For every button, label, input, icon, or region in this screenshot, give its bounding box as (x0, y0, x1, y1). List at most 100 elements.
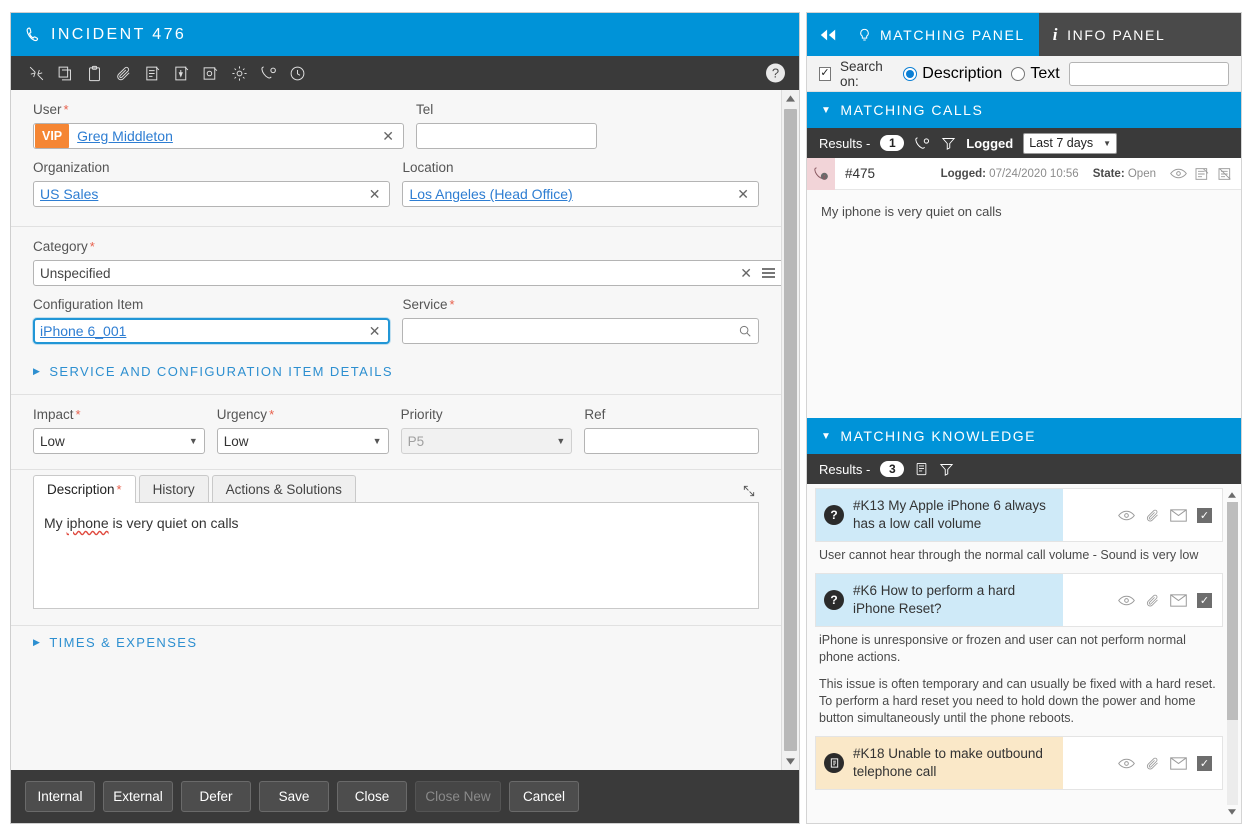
eye-icon[interactable] (1170, 167, 1187, 180)
incident-scrollbar-track[interactable] (782, 107, 799, 753)
copy-icon[interactable] (52, 61, 79, 85)
knowledge-item-header[interactable]: #K18 Unable to make outbound telephone c… (815, 736, 1223, 790)
list-item[interactable]: ? #K13 My Apple iPhone 6 always has a lo… (815, 488, 1223, 572)
matching-calls-header[interactable]: ▼ MATCHING CALLS (807, 92, 1241, 128)
knowledge-item-title[interactable]: #K13 My Apple iPhone 6 always has a low … (853, 497, 1053, 533)
service-input[interactable] (402, 318, 759, 344)
scroll-down-arrow-icon[interactable] (782, 753, 800, 770)
incident-scrollbar[interactable] (781, 90, 799, 770)
email-icon[interactable] (1170, 757, 1187, 770)
defer-button[interactable]: Defer (181, 781, 251, 812)
table-row[interactable]: i #475 Logged: 07/24/2020 10:56 State: O… (807, 158, 1241, 190)
paperclip-icon[interactable] (1145, 593, 1160, 608)
organization-clear-icon[interactable]: ✕ (366, 187, 384, 201)
matching-knowledge-header[interactable]: ▼ MATCHING KNOWLEDGE (807, 418, 1241, 454)
knowledge-select-checkbox[interactable]: ✓ (1197, 756, 1212, 771)
knowledge-select-checkbox[interactable]: ✓ (1197, 508, 1212, 523)
external-button[interactable]: External (103, 781, 173, 812)
urgency-label: Urgency* (217, 407, 389, 423)
category-input[interactable]: Unspecified ✕ (33, 260, 781, 286)
times-expenses-link[interactable]: ▶ TIMES & EXPENSES (11, 626, 781, 659)
config-item-value[interactable]: iPhone 6_001 (40, 323, 366, 339)
service-config-details-link[interactable]: ▶ SERVICE AND CONFIGURATION ITEM DETAILS (11, 355, 781, 388)
help-icon[interactable]: ? (766, 64, 785, 83)
knowledge-scrollbar-track[interactable] (1227, 502, 1238, 805)
location-value[interactable]: Los Angeles (Head Office) (409, 186, 734, 202)
knowledge-article-icon[interactable] (914, 461, 929, 477)
email-icon[interactable] (1170, 594, 1187, 607)
clock-icon[interactable] (284, 61, 311, 85)
eye-icon[interactable] (1118, 757, 1135, 770)
organization-input[interactable]: US Sales ✕ (33, 181, 390, 207)
call-id[interactable]: #475 (835, 166, 941, 181)
document-icon[interactable] (139, 61, 166, 85)
logged-filter-select[interactable]: Last 7 days ▼ (1023, 133, 1117, 154)
gear-icon[interactable] (226, 61, 253, 85)
eye-icon[interactable] (1118, 509, 1135, 522)
knowledge-item-header[interactable]: ? #K13 My Apple iPhone 6 always has a lo… (815, 488, 1223, 542)
scroll-up-arrow-icon[interactable] (782, 90, 800, 107)
knowledge-scrollbar[interactable] (1225, 488, 1239, 819)
description-textarea[interactable]: My iphone is very quiet on calls (34, 503, 758, 608)
tab-actions-solutions[interactable]: Actions & Solutions (212, 475, 356, 503)
organization-value[interactable]: US Sales (40, 186, 366, 202)
paperclip-icon[interactable] (1145, 756, 1160, 771)
radio-text-input[interactable] (1011, 67, 1025, 81)
location-clear-icon[interactable]: ✕ (734, 187, 752, 201)
radio-description-input[interactable] (903, 67, 917, 81)
category-clear-icon[interactable]: ✕ (737, 266, 755, 280)
paperclip-icon[interactable] (110, 61, 137, 85)
phone-call-icon[interactable] (255, 61, 282, 85)
internal-button[interactable]: Internal (25, 781, 95, 812)
user-clear-icon[interactable]: ✕ (379, 129, 397, 143)
user-value[interactable]: Greg Middleton (77, 128, 379, 144)
tel-input[interactable] (416, 123, 597, 149)
settings-window-icon[interactable] (197, 61, 224, 85)
link-document-icon[interactable] (1194, 166, 1210, 182)
incident-scrollbar-thumb[interactable] (784, 109, 797, 751)
eye-icon[interactable] (1118, 594, 1135, 607)
scroll-down-arrow-icon[interactable] (1225, 805, 1239, 819)
phone-call-icon[interactable] (914, 135, 931, 152)
email-icon[interactable] (1170, 509, 1187, 522)
knowledge-item-title[interactable]: #K6 How to perform a hard iPhone Reset? (853, 582, 1053, 618)
unlink-document-icon[interactable] (1217, 166, 1233, 182)
scroll-up-arrow-icon[interactable] (1225, 488, 1239, 502)
clipboard-icon[interactable] (81, 61, 108, 85)
config-item-clear-icon[interactable]: ✕ (366, 324, 384, 338)
ref-input[interactable] (584, 428, 759, 454)
urgency-select[interactable]: Low ▼ (217, 428, 389, 454)
knowledge-scrollbar-thumb[interactable] (1227, 502, 1238, 720)
knowledge-item-title[interactable]: #K18 Unable to make outbound telephone c… (853, 745, 1053, 781)
tab-description[interactable]: Description* (33, 475, 136, 503)
location-input[interactable]: Los Angeles (Head Office) ✕ (402, 181, 759, 207)
list-item[interactable]: ? #K6 How to perform a hard iPhone Reset… (815, 573, 1223, 735)
logged-filter-value: Last 7 days (1029, 136, 1093, 150)
close-button[interactable]: Close (337, 781, 407, 812)
knowledge-item-header[interactable]: ? #K6 How to perform a hard iPhone Reset… (815, 573, 1223, 627)
tab-info-panel[interactable]: i INFO PANEL (1039, 13, 1241, 56)
expand-icon[interactable] (739, 481, 759, 501)
cancel-button[interactable]: Cancel (509, 781, 579, 812)
tab-matching-panel[interactable]: MATCHING PANEL (843, 13, 1039, 56)
filter-icon[interactable] (939, 462, 954, 477)
search-icon[interactable] (738, 324, 752, 338)
config-item-input[interactable]: iPhone 6_001 ✕ (33, 318, 390, 344)
filter-icon[interactable] (941, 136, 956, 151)
radio-text[interactable]: Text (1011, 65, 1059, 83)
category-menu-icon[interactable] (755, 268, 779, 278)
user-input[interactable]: VIP Greg Middleton ✕ (33, 123, 404, 149)
list-item[interactable]: #K18 Unable to make outbound telephone c… (815, 736, 1223, 790)
tab-history[interactable]: History (139, 475, 209, 503)
collapse-arrows-icon[interactable] (23, 61, 50, 85)
pin-document-icon[interactable] (168, 61, 195, 85)
paperclip-icon[interactable] (1145, 508, 1160, 523)
knowledge-select-checkbox[interactable]: ✓ (1197, 593, 1212, 608)
radio-description[interactable]: Description (903, 65, 1002, 83)
search-input[interactable] (1069, 62, 1229, 86)
search-on-checkbox[interactable]: ✓ (819, 67, 831, 81)
collapse-panel-button[interactable] (807, 13, 843, 56)
document-icon (824, 753, 844, 773)
impact-select[interactable]: Low ▼ (33, 428, 205, 454)
save-button[interactable]: Save (259, 781, 329, 812)
